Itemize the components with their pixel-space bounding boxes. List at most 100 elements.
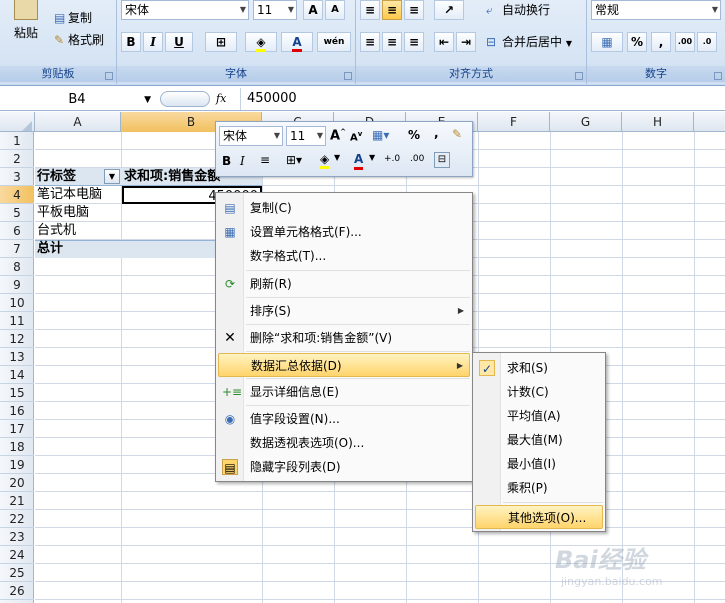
mini-fill-bucket-icon[interactable]: ◈ bbox=[320, 152, 330, 169]
orientation-button[interactable]: ↗ bbox=[434, 0, 464, 20]
row-header[interactable]: 18 bbox=[0, 438, 34, 456]
row-header[interactable]: 20 bbox=[0, 474, 34, 492]
alignment-launcher[interactable] bbox=[575, 72, 583, 80]
phonetic-button[interactable]: wén bbox=[317, 32, 351, 52]
increase-indent-button[interactable]: ⇥ bbox=[456, 32, 476, 52]
mini-bold-button[interactable]: B bbox=[222, 154, 231, 168]
mini-format-painter-icon[interactable]: ✎ bbox=[452, 127, 462, 141]
mini-decrease-decimal-icon[interactable]: .00 bbox=[410, 154, 424, 164]
font-launcher[interactable] bbox=[344, 72, 352, 80]
increase-decimal-button[interactable]: .00 bbox=[675, 32, 695, 52]
row-header[interactable]: 4 bbox=[0, 186, 34, 204]
font-name-dropdown[interactable]: 宋体 ▼ bbox=[121, 0, 249, 20]
row-header[interactable]: 12 bbox=[0, 330, 34, 348]
menu-item-copy[interactable]: ▤ 复制(C) bbox=[218, 196, 470, 220]
decrease-indent-button[interactable]: ⇤ bbox=[434, 32, 454, 52]
mini-align-center-icon[interactable]: ≡ bbox=[260, 153, 270, 167]
row-header[interactable]: 17 bbox=[0, 420, 34, 438]
submenu-item-more-options[interactable]: 其他选项(O)... bbox=[475, 505, 603, 529]
row-header[interactable]: 24 bbox=[0, 546, 34, 564]
row-header[interactable]: 7 bbox=[0, 240, 34, 258]
row-header[interactable]: 14 bbox=[0, 366, 34, 384]
column-header-a[interactable]: A bbox=[35, 112, 121, 132]
number-launcher[interactable] bbox=[714, 72, 722, 80]
mini-accounting-icon[interactable]: ▦▾ bbox=[372, 128, 389, 142]
decrease-decimal-button[interactable]: .0 bbox=[697, 32, 717, 52]
row-header[interactable]: 3 bbox=[0, 168, 34, 186]
font-color-button[interactable]: A bbox=[281, 32, 313, 52]
column-header-h[interactable]: H bbox=[622, 112, 694, 132]
filter-dropdown-button[interactable]: ▼ bbox=[104, 169, 120, 184]
row-header[interactable]: 6 bbox=[0, 222, 34, 240]
grow-font-button[interactable]: A bbox=[303, 0, 323, 20]
name-box[interactable]: B4 ▼ bbox=[2, 90, 152, 108]
copy-button[interactable]: ▤ 复制 bbox=[52, 8, 94, 28]
insert-function-button[interactable]: fx bbox=[216, 91, 236, 107]
menu-item-number-format[interactable]: 数字格式(T)... bbox=[218, 244, 470, 268]
borders-button[interactable]: ⊞ bbox=[205, 32, 237, 52]
align-bottom-button[interactable]: ≡ bbox=[404, 0, 424, 20]
row-header[interactable]: 26 bbox=[0, 582, 34, 600]
row-header[interactable]: 19 bbox=[0, 456, 34, 474]
wrap-text-button[interactable]: ⤶ 自动换行 bbox=[484, 0, 552, 20]
submenu-item-sum[interactable]: ✓ 求和(S) bbox=[475, 356, 603, 380]
row-header[interactable]: 23 bbox=[0, 528, 34, 546]
shrink-font-button[interactable]: A bbox=[325, 0, 345, 20]
mini-font-size-dropdown[interactable]: 11 ▼ bbox=[286, 126, 326, 146]
row-header[interactable]: 9 bbox=[0, 276, 34, 294]
row-header[interactable]: 15 bbox=[0, 384, 34, 402]
row-header[interactable]: 10 bbox=[0, 294, 34, 312]
align-right-button[interactable]: ≡ bbox=[404, 32, 424, 52]
number-format-dropdown[interactable]: 常规 ▼ bbox=[591, 0, 721, 20]
comma-button[interactable]: , bbox=[651, 32, 671, 52]
formula-divider-handle[interactable] bbox=[160, 91, 210, 107]
column-header-f[interactable]: F bbox=[478, 112, 550, 132]
menu-item-hide-field-list[interactable]: ▤ 隐藏字段列表(D) bbox=[218, 455, 470, 479]
mini-shrink-font-icon[interactable]: Av bbox=[350, 130, 362, 143]
accounting-format-button[interactable]: ▦ bbox=[591, 32, 623, 52]
align-middle-button[interactable]: ≡ bbox=[382, 0, 402, 20]
italic-button[interactable]: I bbox=[143, 32, 163, 52]
mini-font-name-dropdown[interactable]: 宋体 ▼ bbox=[219, 126, 283, 146]
menu-item-show-details[interactable]: +≡ 显示详细信息(E) bbox=[218, 380, 470, 404]
align-left-button[interactable]: ≡ bbox=[360, 32, 380, 52]
font-size-dropdown[interactable]: 11 ▼ bbox=[253, 0, 297, 20]
mini-font-color-icon[interactable]: A bbox=[354, 151, 364, 170]
mini-percent-button[interactable]: % bbox=[408, 128, 420, 142]
menu-item-delete-field[interactable]: ✕ 删除“求和项:销售金额”(V) bbox=[218, 326, 470, 350]
row-header[interactable]: 1 bbox=[0, 132, 34, 150]
menu-item-sort[interactable]: 排序(S) ▶ bbox=[218, 299, 470, 323]
menu-item-refresh[interactable]: ⟳ 刷新(R) bbox=[218, 272, 470, 296]
menu-item-pivot-options[interactable]: 数据透视表选项(O)... bbox=[218, 431, 470, 455]
menu-item-summarize-by[interactable]: 数据汇总依据(D) ▶ bbox=[218, 353, 470, 377]
align-top-button[interactable]: ≡ bbox=[360, 0, 380, 20]
submenu-item-product[interactable]: 乘积(P) bbox=[475, 476, 603, 500]
submenu-item-min[interactable]: 最小值(I) bbox=[475, 452, 603, 476]
row-header[interactable]: 21 bbox=[0, 492, 34, 510]
percent-button[interactable]: % bbox=[627, 32, 647, 52]
formula-input[interactable]: 450000 bbox=[240, 88, 725, 110]
mini-italic-button[interactable]: I bbox=[240, 154, 245, 168]
select-all-corner[interactable] bbox=[0, 112, 35, 132]
row-header[interactable]: 8 bbox=[0, 258, 34, 276]
underline-button[interactable]: U bbox=[165, 32, 193, 52]
row-header[interactable]: 11 bbox=[0, 312, 34, 330]
menu-item-format-cells[interactable]: ▦ 设置单元格格式(F)... bbox=[218, 220, 470, 244]
fill-color-button[interactable]: ◈ bbox=[245, 32, 277, 52]
row-header[interactable]: 13 bbox=[0, 348, 34, 366]
chevron-down-icon[interactable]: ▼ bbox=[334, 153, 340, 162]
mini-increase-decimal-icon[interactable]: +.0 bbox=[384, 154, 400, 164]
mini-merge-icon[interactable]: ⊟ bbox=[434, 152, 450, 168]
submenu-item-max[interactable]: 最大值(M) bbox=[475, 428, 603, 452]
row-header[interactable]: 16 bbox=[0, 402, 34, 420]
row-header[interactable]: 22 bbox=[0, 510, 34, 528]
row-header[interactable]: 25 bbox=[0, 564, 34, 582]
mini-border-icon[interactable]: ⊞▾ bbox=[286, 153, 302, 167]
chevron-down-icon[interactable]: ▼ bbox=[369, 153, 375, 162]
paste-button[interactable]: 粘贴 bbox=[8, 0, 44, 60]
menu-item-value-field-settings[interactable]: ◉ 值字段设置(N)... bbox=[218, 407, 470, 431]
mini-grow-font-icon[interactable]: A^ bbox=[330, 128, 346, 143]
row-header[interactable]: 2 bbox=[0, 150, 34, 168]
clipboard-launcher[interactable] bbox=[105, 72, 113, 80]
bold-button[interactable]: B bbox=[121, 32, 141, 52]
